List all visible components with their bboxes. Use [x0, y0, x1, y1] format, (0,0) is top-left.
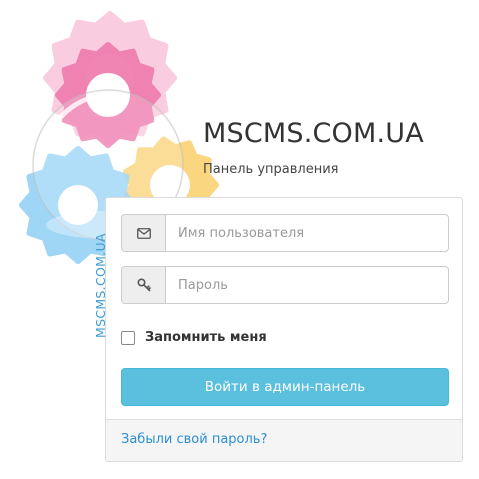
key-icon — [122, 267, 166, 303]
login-button[interactable]: Войти в админ-панель — [121, 368, 449, 406]
remember-me-row[interactable]: Запомнить меня — [121, 330, 267, 345]
remember-me-label[interactable]: Запомнить меня — [145, 330, 267, 345]
brand-title: MSCMS.COM.UA — [203, 118, 424, 149]
remember-me-checkbox[interactable] — [121, 330, 135, 345]
forgot-password-link[interactable]: Забыли свой пароль? — [121, 432, 267, 447]
username-field[interactable] — [121, 214, 449, 252]
brand-subtitle: Панель управления — [203, 162, 339, 177]
panel-footer: Забыли свой пароль? — [106, 419, 462, 461]
password-field[interactable] — [121, 266, 449, 304]
username-input[interactable] — [166, 215, 448, 251]
login-panel: Запомнить меня Войти в админ-панель Забы… — [105, 197, 463, 462]
envelope-icon — [122, 215, 166, 251]
password-input[interactable] — [166, 267, 448, 303]
